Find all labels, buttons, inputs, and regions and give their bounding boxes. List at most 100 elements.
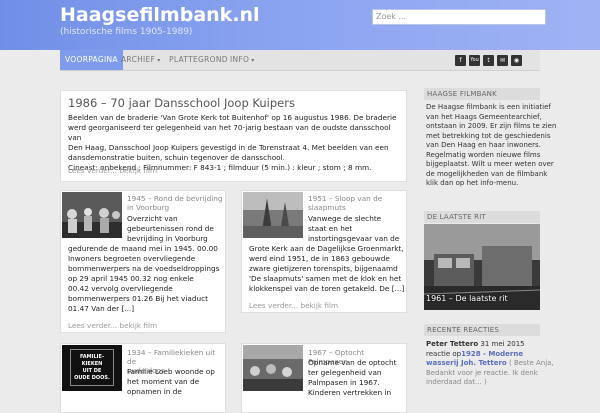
main-nav: VOORPAGINA ARCHIEF ▾ PLATTEGROND INFO ▾ f …: [60, 50, 540, 71]
title-card-line: OUDE DOOS.: [74, 375, 110, 381]
about-line: van het Haags Gemeentearchief,: [426, 112, 542, 121]
about-line: klik dan op het info-menu.: [426, 179, 519, 187]
excerpt-line: bommenwerpers 01.26 Bij het viaduct: [68, 294, 208, 303]
widget-heading-recente-reacties: RECENTE REACTIES: [424, 324, 540, 336]
title-line: in Voorburg: [127, 203, 170, 212]
latest-film-thumbnail[interactable]: 1961 – De laatste rit: [423, 224, 541, 310]
about-line: de mogelijkheden van de filmbank: [426, 169, 548, 178]
post-title[interactable]: 1945 – Rond de bevrijding in Voorburg: [127, 194, 223, 212]
post-card: 1967 – Optocht Palmpasen Opname van de o…: [241, 343, 407, 413]
excerpt-line: Den Haag, Dansschool Joop Kuipers gevest…: [68, 143, 389, 152]
post-card: 1951 – Sloop van de slaapmuts Vanwege de…: [241, 190, 407, 313]
recent-comment: Peter Tettero 31 mei 2015 reactie op1928…: [426, 340, 554, 388]
post-excerpt: Vanwege de slechte staat en het instorti…: [308, 214, 399, 244]
title-card-line: FAMILIE-KIEKEN: [79, 354, 105, 367]
about-line: De Haagse filmbank is een initiatief: [426, 103, 551, 111]
about-line: ontstaan in 2009. Er zijn films te zien: [426, 122, 557, 130]
excerpt-line: Inwoners begroeten overvliegende: [68, 254, 196, 263]
excerpt-line: bevrijding in Voorburg: [127, 234, 208, 243]
excerpt-line: Kinderen vertrekken in: [308, 388, 392, 397]
title-card-line: UIT DE: [82, 368, 102, 374]
excerpt-line: ter gelegenheid van: [308, 368, 382, 377]
nav-item-label: INFO: [230, 55, 250, 64]
latest-film-caption[interactable]: 1961 – De laatste rit: [426, 294, 508, 303]
title-line: 1951 – Sloop van de: [308, 194, 383, 203]
excerpt-line: gebeurtenissen rond de: [127, 224, 214, 233]
about-line: met betrekking tot de geschiedenis: [426, 131, 551, 140]
about-line: van Den Haag en haar inwoners.: [426, 141, 541, 149]
excerpt-line: instortingsgevaar van de: [308, 234, 400, 243]
excerpt-line: bommenwerpers na de voedseldroppings: [68, 264, 220, 273]
comment-link-prefix: reactie op: [426, 349, 462, 358]
widget-heading-haagse-filmbank: HAAGSE FILMBANK: [424, 88, 540, 100]
post-excerpt: Beelden van de braderie 'Van Grote Kerk …: [68, 113, 406, 173]
title-line: 1934 – Familiekieken uit de: [127, 348, 216, 366]
youtube-icon[interactable]: You: [469, 55, 480, 66]
comment-date: 31 mei 2015: [480, 340, 525, 348]
post-excerpt: Familie Loeb woonde op het moment van de…: [127, 367, 215, 397]
featured-post: 1986 – 70 jaar Dansschool Joop Kuipers B…: [60, 90, 407, 182]
about-line: bijgeplaatst. Wilt u meer weten over: [426, 160, 554, 168]
read-more-link[interactable]: Lees verder... bekijk film: [68, 321, 157, 330]
search-input[interactable]: Zoek ...: [372, 9, 546, 25]
read-more-link[interactable]: Lees verder... bekijk film: [68, 166, 157, 175]
excerpt-line: Vanwege de slechte: [308, 214, 382, 223]
excerpt-line: zware gietijzeren torenspits, bijgenaamd: [249, 264, 398, 273]
excerpt-line: op 29 april 1945 00.32 nog enkele: [68, 274, 194, 283]
about-line: Regelmatig worden nieuwe films: [426, 150, 541, 159]
excerpt-line: Palmpasen in 1967.: [308, 378, 380, 387]
post-excerpt-continued: gedurende de maand mei in 1945. 00.00 In…: [68, 244, 220, 314]
comment-excerpt: ( Beste Anja,: [508, 359, 554, 367]
post-thumbnail[interactable]: [243, 345, 303, 391]
post-card: 1945 – Rond de bevrijding in Voorburg Ov…: [60, 190, 226, 333]
nav-item-plattegrond[interactable]: PLATTEGROND: [164, 50, 233, 70]
nav-item-info[interactable]: INFO ▾: [225, 50, 260, 70]
twitter-icon[interactable]: t: [483, 55, 494, 66]
comment-post-link-cont[interactable]: wasserij Joh. Tettero: [426, 359, 507, 367]
excerpt-line: werd eind 1951, de in 1863 gebouwde: [249, 254, 390, 263]
post-title[interactable]: 1951 – Sloop van de slaapmuts: [308, 194, 382, 212]
post-title[interactable]: 1986 – 70 jaar Dansschool Joop Kuipers: [68, 96, 295, 110]
excerpt-line: klokkenspel van de toren getakeld. De [.…: [249, 284, 405, 293]
excerpt-line: werd georganiseerd ter gelegenheid van h…: [68, 123, 391, 142]
about-text: De Haagse filmbank is een initiatief van…: [426, 103, 556, 189]
nav-item-archief[interactable]: ARCHIEF ▾: [116, 50, 166, 70]
rss-icon[interactable]: ◉: [511, 55, 522, 66]
excerpt-line: 00.42 vervolg overvliegende: [68, 284, 173, 293]
excerpt-line: Familie Loeb woonde op: [127, 367, 215, 376]
post-card: FAMILIE-KIEKEN UIT DE OUDE DOOS. 1934 – …: [60, 343, 226, 413]
title-line: 1945 – Rond de bevrijding: [127, 194, 223, 203]
site-subtitle: (historische films 1905-1989): [60, 27, 193, 37]
chevron-down-icon: ▾: [251, 57, 255, 64]
post-thumbnail[interactable]: FAMILIE-KIEKEN UIT DE OUDE DOOS.: [62, 345, 122, 391]
excerpt-line: 'De slaapmuts' samen met de klok en het: [249, 274, 402, 283]
title-line: slaapmuts: [308, 203, 346, 212]
post-excerpt: Opname van de optocht ter gelegenheid va…: [308, 358, 396, 398]
site-title[interactable]: Haagsefilmbank.nl: [60, 4, 260, 26]
excerpt-line: opnamen in de: [127, 387, 182, 396]
comment-author[interactable]: Peter Tettero: [426, 340, 478, 348]
site-header: Haagsefilmbank.nl (historische films 190…: [0, 0, 600, 50]
nav-item-label: PLATTEGROND: [169, 55, 228, 64]
excerpt-line: Beelden van de braderie 'Van Grote Kerk …: [68, 113, 397, 122]
mail-icon[interactable]: ✉: [497, 55, 508, 66]
read-more-link[interactable]: Lees verder... bekijk film: [249, 301, 338, 310]
nav-item-label: ARCHIEF: [121, 55, 156, 64]
excerpt-line: Opname van de optocht: [308, 358, 397, 367]
excerpt-line: Grote Kerk aan de Dagelijkse Groenmarkt,: [249, 244, 404, 253]
post-thumbnail[interactable]: [243, 192, 303, 238]
nav-item-voorpagina[interactable]: VOORPAGINA: [60, 50, 123, 70]
comment-excerpt-line: Bedankt voor je reactie. Ik denk: [426, 368, 538, 377]
facebook-icon[interactable]: f: [455, 55, 466, 66]
excerpt-line: dansdemonstratie buiten, schuin tegenove…: [68, 153, 285, 162]
widget-heading-de-laatste-rit: DE LAATSTE RIT: [424, 211, 540, 223]
excerpt-line: staat en het: [308, 224, 353, 233]
nav-item-label: VOORPAGINA: [65, 55, 118, 64]
post-thumbnail[interactable]: [62, 192, 122, 238]
title-card: FAMILIE-KIEKEN UIT DE OUDE DOOS.: [70, 349, 114, 386]
excerpt-line: Overzicht van: [127, 214, 178, 223]
post-excerpt: Overzicht van gebeurtenissen rond de bev…: [127, 214, 214, 244]
chevron-down-icon: ▾: [157, 57, 161, 64]
comment-post-link[interactable]: 1928 - Moderne: [461, 350, 523, 358]
excerpt-line: 01.47 Van der [...]: [68, 304, 135, 313]
